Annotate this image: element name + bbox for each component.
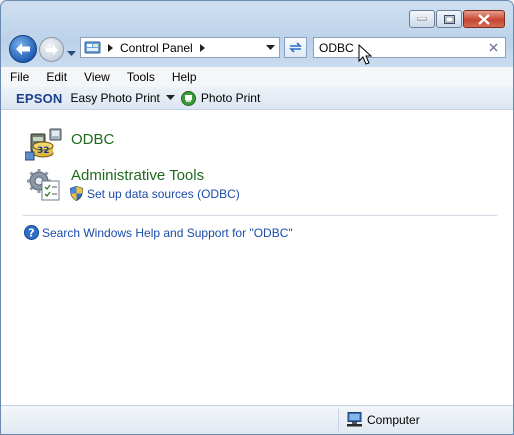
computer-icon	[347, 412, 362, 427]
maximize-button[interactable]	[436, 10, 462, 28]
forward-button[interactable]	[39, 37, 64, 62]
refresh-button[interactable]	[284, 37, 307, 58]
address-dropdown-icon[interactable]	[266, 44, 275, 51]
explorer-window: Control Panel File Edit View Tools Help …	[0, 0, 514, 435]
help-icon: ?	[24, 225, 39, 240]
menu-help[interactable]: Help	[163, 70, 205, 84]
help-search-link[interactable]: Search Windows Help and Support for "ODB…	[42, 226, 293, 240]
result-odbc-link[interactable]: ODBC	[71, 131, 114, 148]
menu-file[interactable]: File	[1, 70, 37, 84]
breadcrumb-control-panel[interactable]: Control Panel	[120, 41, 193, 55]
photo-print-button[interactable]: Photo Print	[201, 91, 260, 105]
caption-buttons	[408, 10, 505, 28]
minimize-button[interactable]	[409, 10, 435, 28]
refresh-icon	[289, 42, 302, 53]
clear-search-icon[interactable]	[489, 43, 498, 52]
close-icon	[478, 13, 490, 25]
minimize-icon	[417, 17, 427, 21]
menu-bar: File Edit View Tools Help	[1, 67, 513, 87]
result-admin-tools-link[interactable]: Administrative Tools	[71, 167, 204, 184]
task-setup-data-sources-label[interactable]: Set up data sources (ODBC)	[87, 187, 240, 201]
status-divider	[338, 409, 339, 431]
chevron-down-icon	[67, 51, 76, 56]
address-bar[interactable]: Control Panel	[80, 37, 280, 58]
odbc-icon: 32	[24, 128, 63, 165]
easy-photo-print-menu[interactable]: Easy Photo Print	[71, 91, 160, 105]
mouse-cursor-icon	[358, 43, 373, 69]
dropdown-arrow-icon[interactable]	[165, 95, 175, 101]
task-setup-data-sources[interactable]: Set up data sources (ODBC)	[70, 186, 240, 201]
back-button[interactable]	[9, 35, 37, 63]
back-arrow-icon	[16, 43, 30, 55]
status-location: Computer	[346, 412, 420, 427]
admin-tools-icon	[27, 168, 61, 205]
menu-tools[interactable]: Tools	[118, 70, 163, 84]
help-search-link-row[interactable]: ? Search Windows Help and Support for "O…	[24, 225, 293, 240]
control-panel-icon	[84, 41, 101, 53]
maximize-icon	[443, 14, 455, 24]
status-location-label: Computer	[367, 412, 420, 427]
breadcrumb-separator-icon[interactable]	[199, 43, 206, 52]
status-bar: Computer	[1, 405, 513, 434]
menu-view[interactable]: View	[75, 70, 118, 84]
recent-pages-dropdown[interactable]	[67, 46, 76, 60]
search-box[interactable]	[313, 37, 506, 58]
menu-edit[interactable]: Edit	[37, 70, 75, 84]
breadcrumb-separator-icon[interactable]	[108, 43, 114, 52]
epson-toolbar: EPSON Easy Photo Print Photo Print	[1, 87, 513, 110]
uac-shield-icon	[70, 186, 83, 201]
search-results-pane: 32 ODBC Administrative Tools Set up data…	[1, 110, 513, 405]
svg-text:?: ?	[28, 227, 34, 240]
epson-logo: EPSON	[16, 90, 63, 106]
results-divider	[23, 215, 497, 216]
close-button[interactable]	[463, 10, 505, 28]
svg-text:32: 32	[37, 146, 50, 156]
photo-print-icon	[180, 90, 196, 106]
forward-arrow-icon	[45, 44, 58, 55]
search-input[interactable]	[314, 39, 481, 56]
